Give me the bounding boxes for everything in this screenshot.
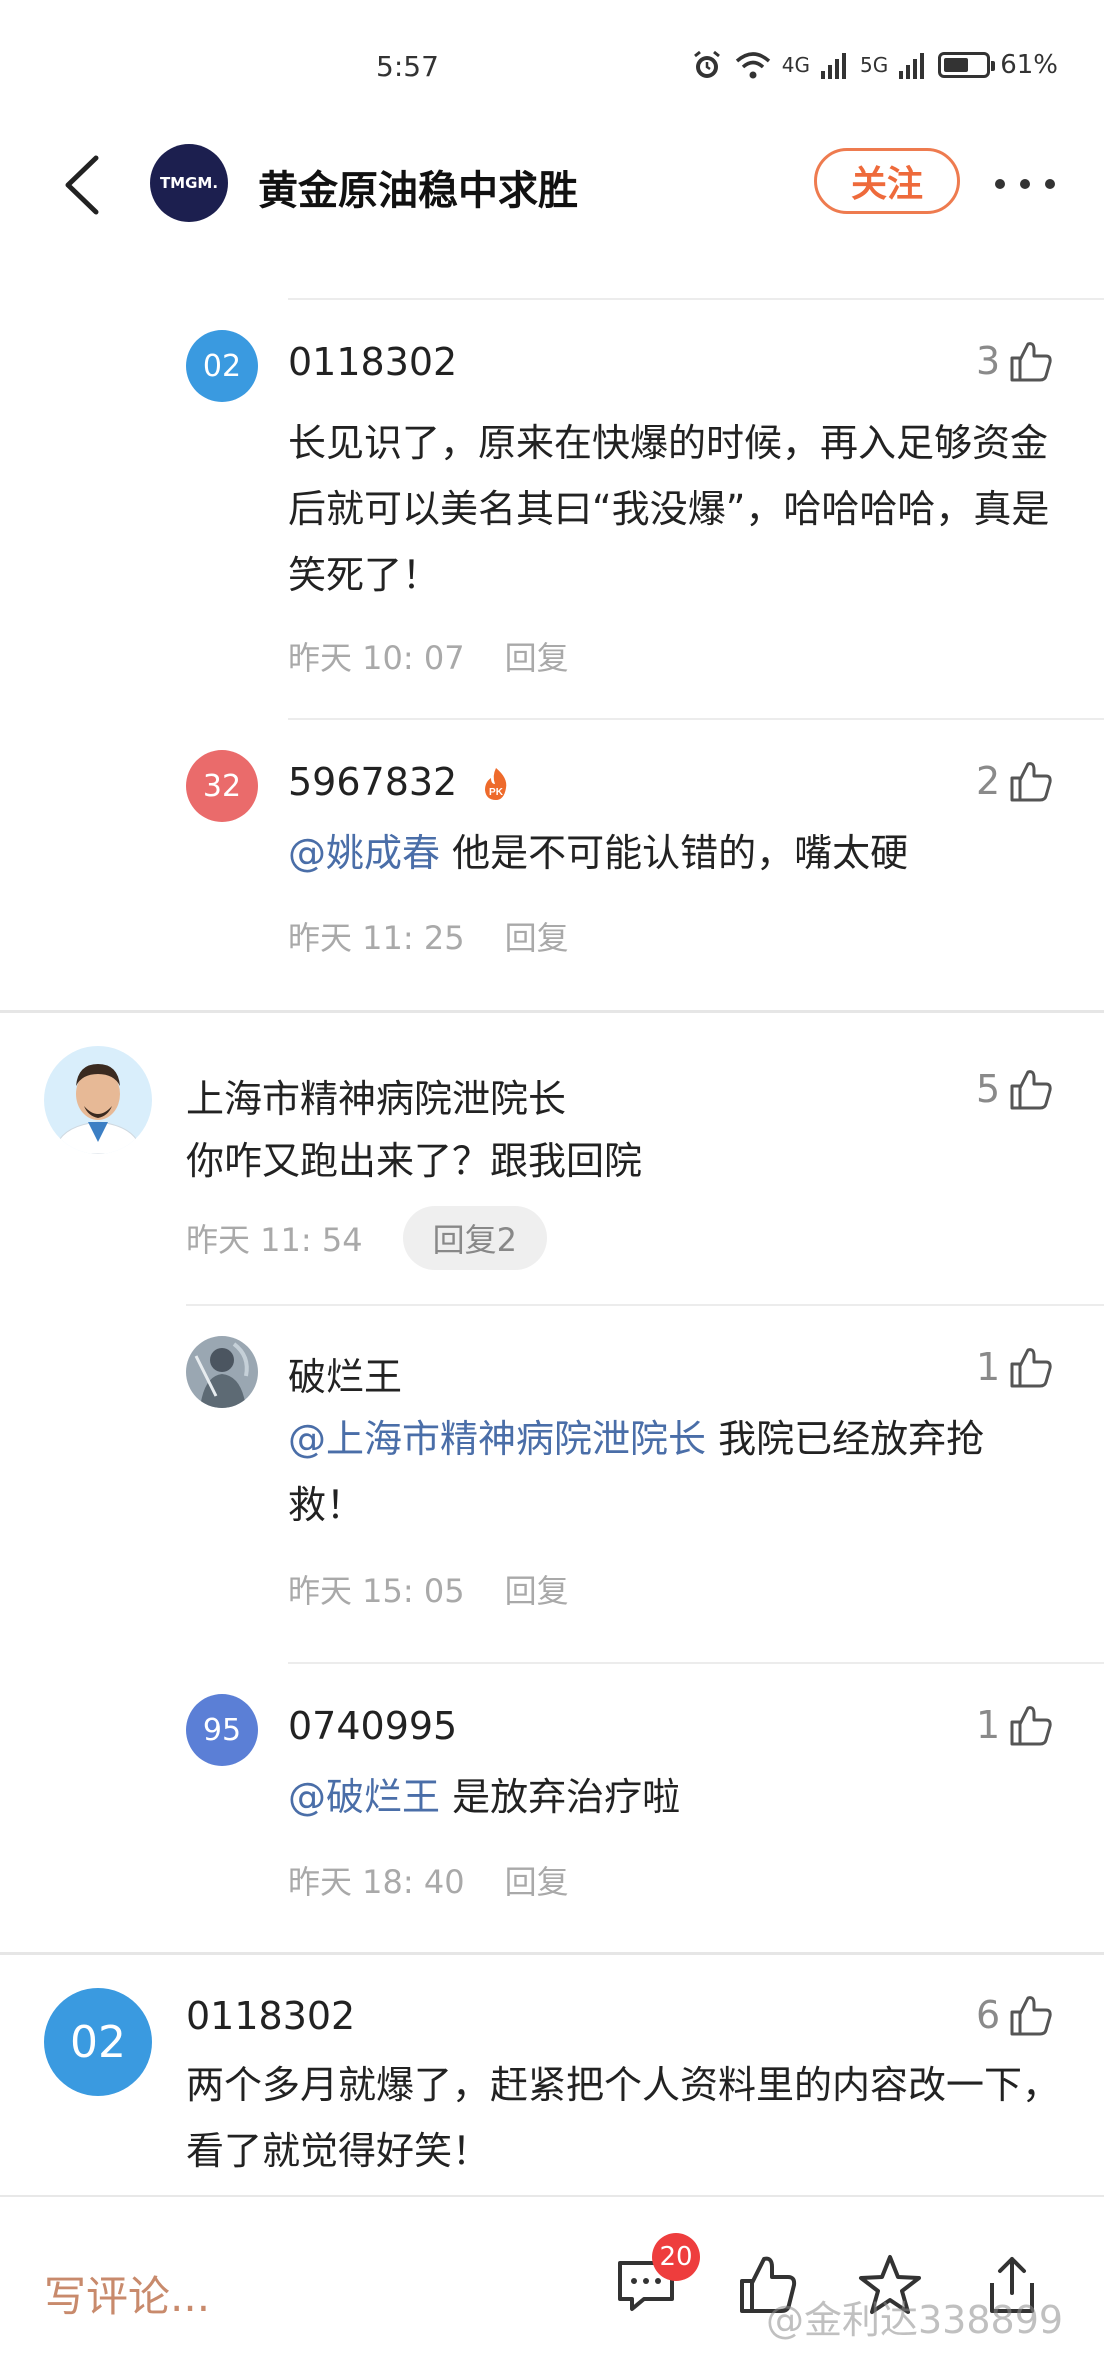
comment-meta: 昨天 11: 25 回复 <box>288 913 569 959</box>
alarm-icon <box>693 50 720 78</box>
user-avatar[interactable]: 32 <box>186 750 258 822</box>
view-replies-button[interactable]: 回复2 <box>402 1206 547 1270</box>
user-avatar[interactable] <box>186 1336 258 1408</box>
user-avatar[interactable]: 95 <box>186 1694 258 1766</box>
like-count: 2 <box>976 759 1001 803</box>
page-title[interactable]: 黄金原油稳中求胜 <box>258 158 578 216</box>
username[interactable]: 上海市精神病院泄院长 <box>186 1068 566 1123</box>
battery-percent: 61% <box>1000 50 1058 80</box>
like-button[interactable]: 3 <box>976 338 1054 384</box>
user-avatar[interactable]: 02 <box>44 1988 152 2096</box>
comment-time: 昨天 15: 05 <box>288 1572 465 1610</box>
reply-item: 破烂王 1 @上海市精神病院泄院长 我院已经放弃抢救！ 昨天 15: 05 回复 <box>0 1306 1104 1636</box>
comment-meta: 昨天 11: 54 回复2 <box>186 1206 547 1270</box>
like-count: 5 <box>976 1067 1001 1111</box>
thumbs-up-icon <box>1010 342 1052 382</box>
avatar-text: 95 <box>202 1712 242 1748</box>
like-button[interactable]: 2 <box>976 758 1054 804</box>
signal-icon-2 <box>899 53 925 79</box>
author-avatar[interactable]: TMGM. <box>150 144 228 222</box>
author-avatar-text: TMGM. <box>159 174 219 192</box>
pk-badge-text: PK <box>489 787 504 798</box>
comment-text: 他是不可能认错的，嘴太硬 <box>440 831 909 875</box>
user-avatar[interactable] <box>44 1046 152 1154</box>
wifi-icon <box>735 52 770 79</box>
comment-body: 两个多月就爆了，赶紧把个人资料里的内容改一下，看了就觉得好笑！ <box>186 2063 1061 2173</box>
pk-badge-icon: PK <box>485 768 507 800</box>
like-button[interactable]: 5 <box>976 1066 1054 1112</box>
bottom-action-bar: 写评论... 20 @金利达338899 <box>0 2195 1104 2378</box>
comment-meta: 昨天 15: 05 回复 <box>288 1566 569 1612</box>
thumbs-up-icon <box>1010 762 1052 802</box>
reply-button[interactable]: 回复 <box>505 1857 569 1903</box>
header: TMGM. 黄金原油稳中求胜 关注 <box>0 130 1104 240</box>
reply-item: 02 0118302 3 长见识了，原来在快爆的时候，再入足够资金后就可以美名其… <box>0 240 1104 680</box>
mention-link[interactable]: @破烂王 <box>288 1775 440 1819</box>
thumbs-up-icon <box>1010 1706 1052 1746</box>
warrior-avatar-image <box>186 1336 258 1408</box>
reply-item: 95 0740995 1 @破烂王 是放弃治疗啦 昨天 18: 40 回复 <box>0 1664 1104 1944</box>
reply-button[interactable]: 回复 <box>505 633 569 679</box>
comment-time: 昨天 11: 54 <box>186 1221 363 1259</box>
comment-body: 长见识了，原来在快爆的时候，再入足够资金后就可以美名其曰“我没爆”，哈哈哈哈，真… <box>288 421 1050 597</box>
comment-body: @上海市精神病院泄院长 我院已经放弃抢救！ <box>288 1406 1058 1538</box>
username[interactable]: 0118302 <box>186 1994 355 2038</box>
battery-fill <box>944 58 969 72</box>
username[interactable]: 0118302 <box>288 340 457 384</box>
comment-item: 02 0118302 6 两个多月就爆了，赶紧把个人资料里的内容改一下，看了就觉… <box>0 1954 1104 2194</box>
username[interactable]: 5967832 <box>288 760 457 804</box>
like-count: 3 <box>976 339 1001 383</box>
username[interactable]: 0740995 <box>288 1704 457 1748</box>
comment-time: 昨天 18: 40 <box>288 1863 465 1901</box>
doctor-avatar-image <box>44 1046 152 1154</box>
like-count: 6 <box>976 1993 1001 2037</box>
back-arrow-icon[interactable] <box>56 152 112 218</box>
status-indicators: 4G 5G 61% <box>690 48 1058 82</box>
status-time: 5:57 <box>376 50 439 83</box>
signal-icon <box>820 53 846 79</box>
comment-body: @破烂王 是放弃治疗啦 <box>288 1764 1058 1830</box>
like-button[interactable]: 1 <box>976 1344 1054 1390</box>
avatar-text: 02 <box>70 2016 126 2068</box>
thumbs-up-icon <box>1010 1070 1052 1110</box>
thumbs-up-icon <box>1010 1348 1052 1388</box>
battery-icon <box>938 52 996 78</box>
reply-button[interactable]: 回复 <box>505 913 569 959</box>
comment-text: 是放弃治疗啦 <box>440 1775 681 1819</box>
write-comment-input[interactable]: 写评论... <box>44 2263 210 2324</box>
comment-thread: 02 0118302 3 长见识了，原来在快爆的时候，再入足够资金后就可以美名其… <box>0 240 1104 2195</box>
comment-body: @姚成春 他是不可能认错的，嘴太硬 <box>288 820 1058 886</box>
watermark: @金利达338899 <box>766 2298 1064 2342</box>
comment-time: 昨天 11: 25 <box>288 919 465 957</box>
mention-link[interactable]: @上海市精神病院泄院长 <box>288 1417 706 1461</box>
like-button[interactable]: 6 <box>976 1992 1054 2038</box>
comment-count-badge: 20 <box>652 2233 700 2281</box>
mention-link[interactable]: @姚成春 <box>288 831 440 875</box>
like-count: 1 <box>976 1345 1001 1389</box>
user-avatar[interactable]: 02 <box>186 330 258 402</box>
network-label-5g: 5G <box>859 53 889 77</box>
avatar-text: 32 <box>202 768 242 804</box>
like-button[interactable]: 1 <box>976 1702 1054 1748</box>
status-bar: 5:57 4G 5G 61% <box>0 0 1104 130</box>
follow-button[interactable]: 关注 <box>814 148 960 214</box>
more-icon[interactable] <box>994 178 1056 190</box>
comment-body: 你咋又跑出来了？跟我回院 <box>186 1139 643 1183</box>
comment-meta: 昨天 10: 07 回复 <box>288 633 569 679</box>
comment-time: 昨天 10: 07 <box>288 639 465 677</box>
reply-button[interactable]: 回复 <box>505 1566 569 1612</box>
avatar-text: 02 <box>202 348 242 384</box>
network-label-4g: 4G <box>781 53 810 77</box>
username[interactable]: 破烂王 <box>288 1346 402 1401</box>
like-count: 1 <box>976 1703 1001 1747</box>
thumbs-up-icon <box>1010 1996 1052 2036</box>
comment-meta: 昨天 18: 40 回复 <box>288 1857 569 1903</box>
